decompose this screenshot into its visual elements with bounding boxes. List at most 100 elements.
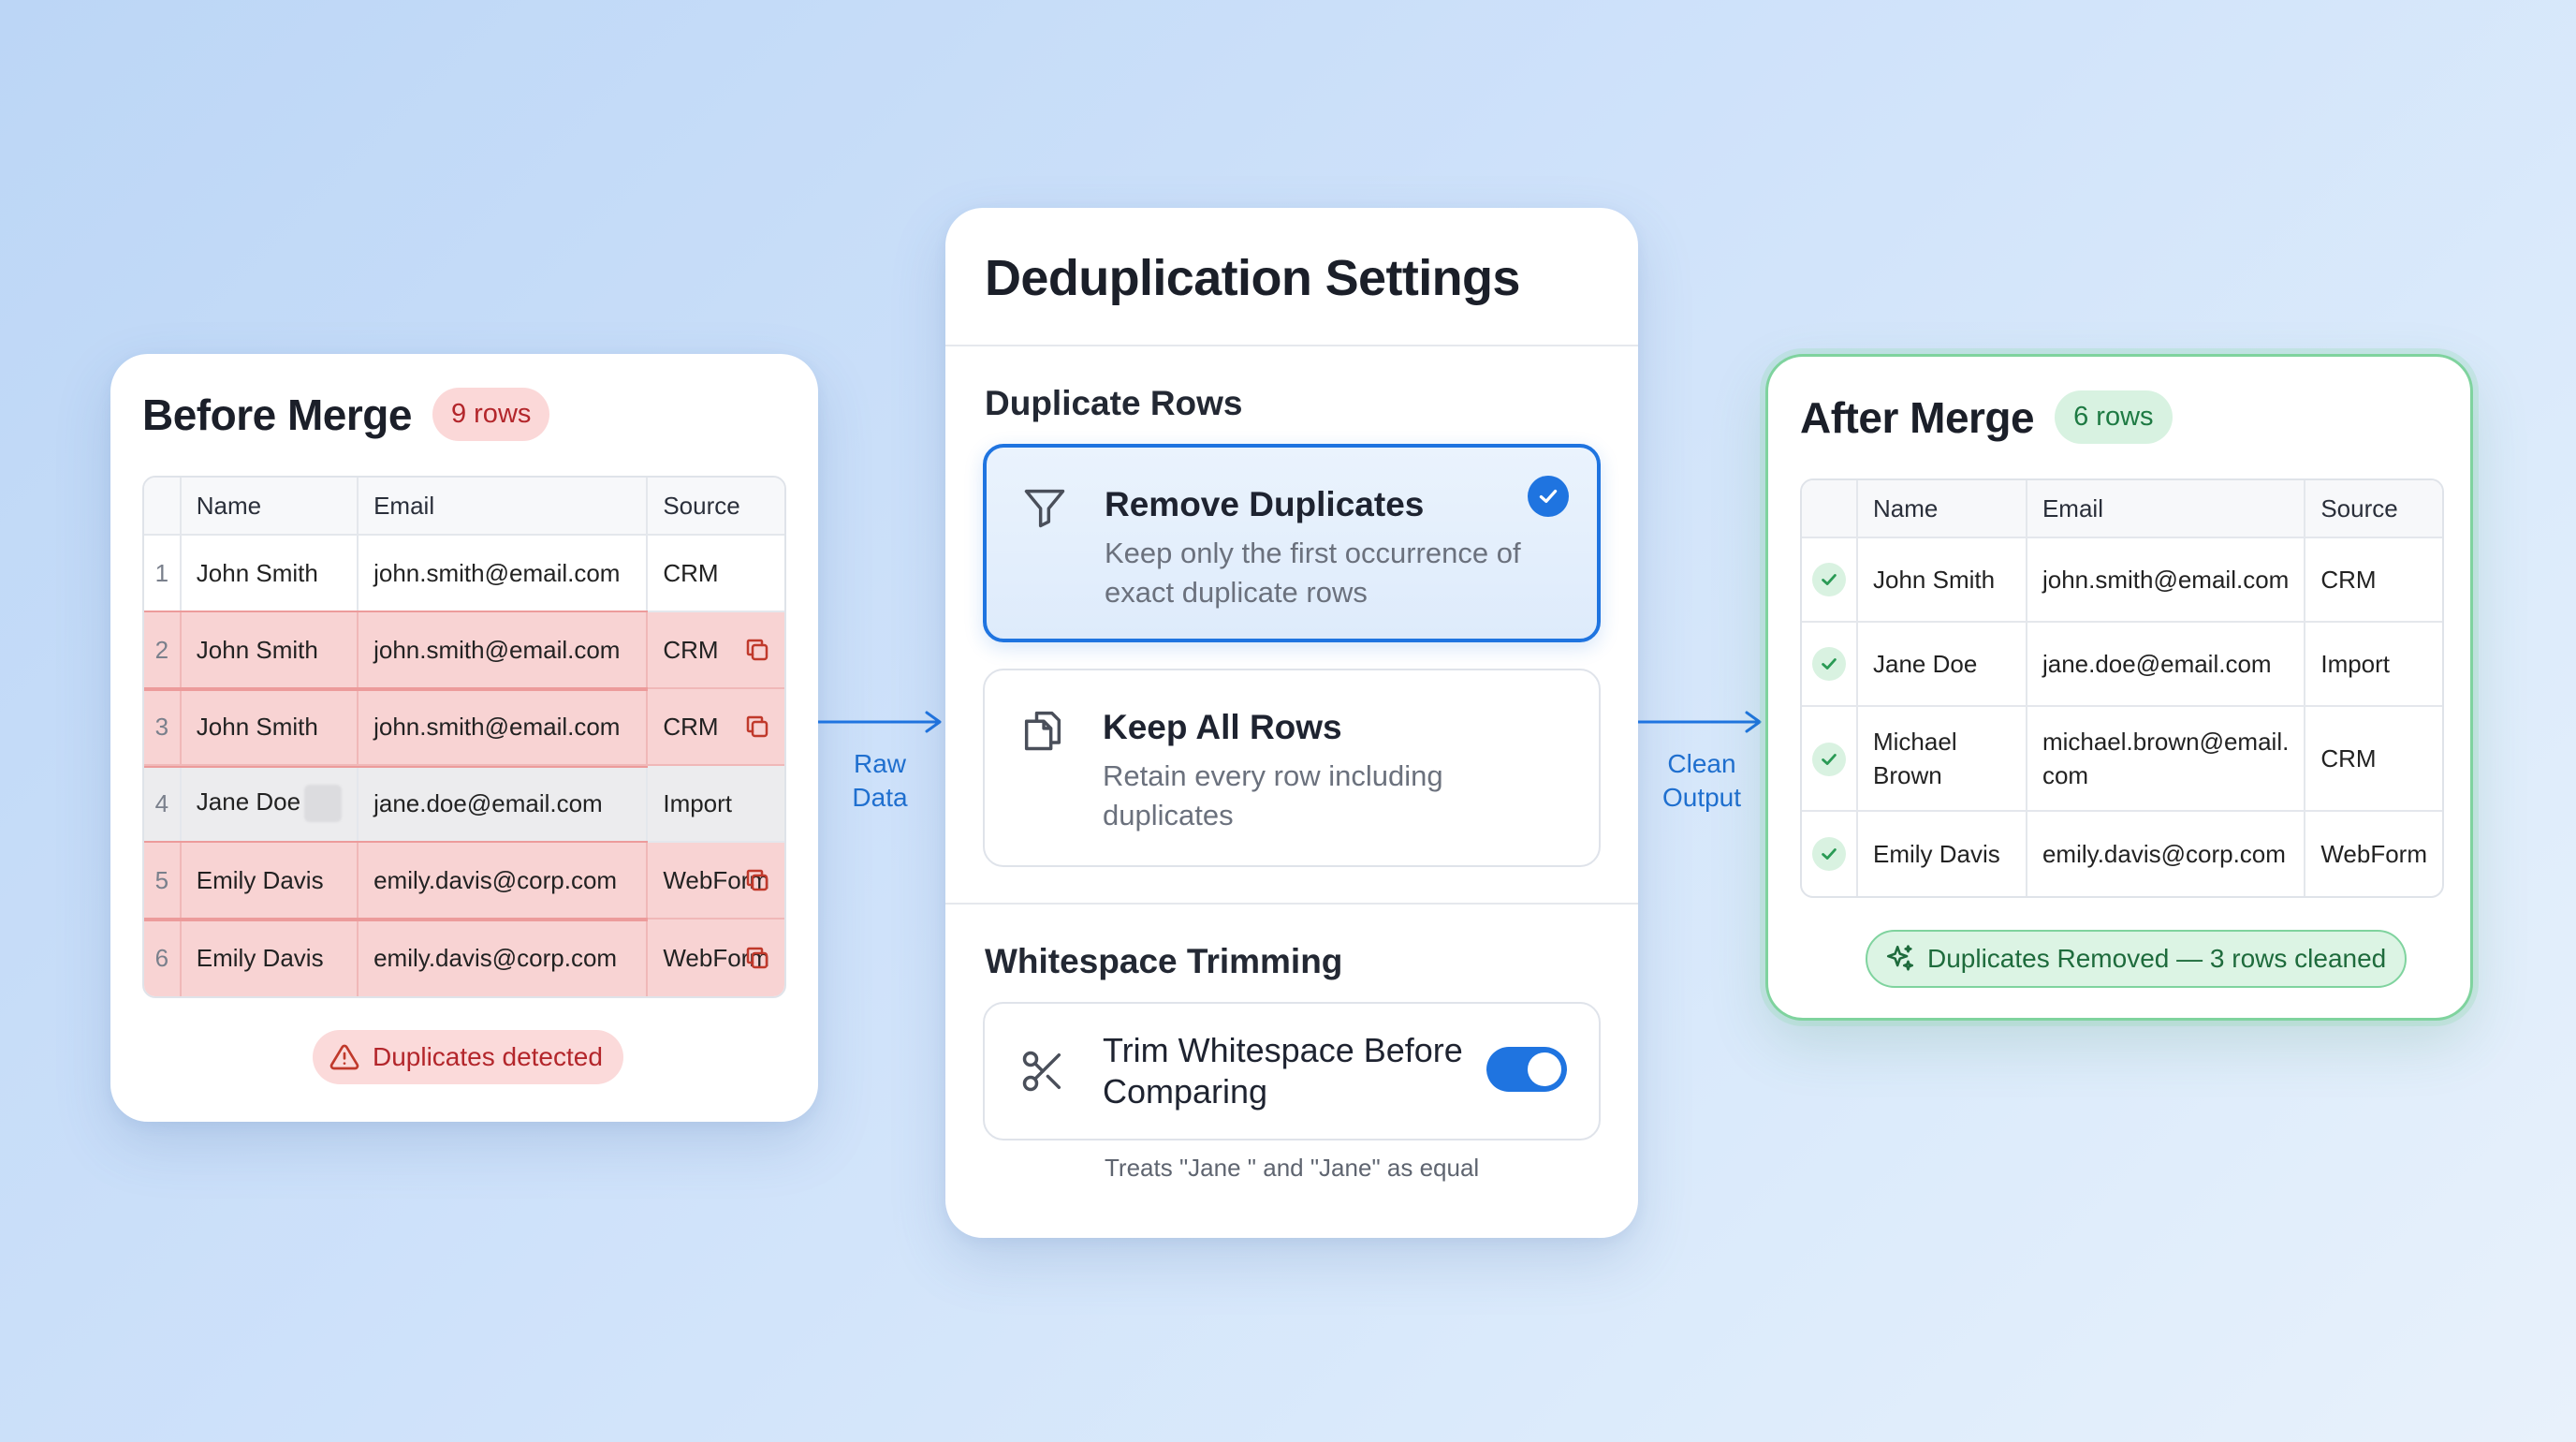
deduplication-settings-card: Deduplication Settings Duplicate Rows Re…	[945, 208, 1638, 1238]
section-divider	[945, 903, 1638, 905]
cell-source[interactable]: WebForm	[2305, 812, 2442, 896]
warning-triangle-icon	[329, 1044, 359, 1070]
column-header-email[interactable]: Email	[2027, 480, 2306, 538]
clean-output-arrow	[1638, 711, 1762, 733]
settings-title: Deduplication Settings	[985, 250, 1520, 306]
table-row[interactable]: Jane Doe jane.doe@email.com Import	[1802, 623, 2442, 707]
keep-all-rows-option[interactable]: Keep All Rows Retain every row including…	[983, 669, 1601, 867]
after-title: After Merge	[1800, 392, 2035, 442]
duplicates-warning-badge: Duplicates detected	[313, 1030, 623, 1084]
cell-source[interactable]: WebForm	[648, 843, 784, 920]
cell-email[interactable]: michael.brown@email.com	[2027, 707, 2306, 812]
table-row[interactable]: 1 John Smith john.smith@email.com CRM	[144, 536, 784, 612]
clean-label-line-1: Clean	[1667, 749, 1736, 778]
cell-name[interactable]: John Smith	[1858, 538, 2027, 623]
after-header: After Merge 6 rows	[1800, 390, 2173, 444]
copy-icon	[746, 947, 768, 969]
cell-name[interactable]: John Smith	[181, 612, 359, 689]
cell-source-text: CRM	[663, 635, 719, 664]
row-status	[1802, 707, 1858, 812]
before-table: Name Email Source 1 John Smith john.smit…	[142, 476, 786, 998]
table-row-duplicate[interactable]: 6 Emily Davis emily.davis@corp.com WebFo…	[144, 918, 784, 996]
before-header: Before Merge 9 rows	[142, 388, 550, 441]
copy-icon	[746, 715, 768, 738]
cell-email[interactable]: john.smith@email.com	[359, 536, 649, 612]
table-row-duplicate[interactable]: 5 Emily Davis emily.davis@corp.com WebFo…	[144, 841, 784, 921]
after-table: Name Email Source John Smith john.smith@…	[1800, 478, 2444, 898]
cell-source[interactable]: CRM	[648, 536, 784, 612]
check-icon	[1812, 647, 1846, 681]
raw-data-arrow	[818, 711, 942, 733]
table-row-whitespace[interactable]: 4 Jane Doe jane.doe@email.com Import	[144, 766, 784, 843]
filter-icon	[1024, 489, 1065, 528]
cell-source-text: CRM	[663, 558, 719, 587]
cell-source-text: CRM	[663, 712, 719, 741]
copy-icon	[746, 869, 768, 891]
remove-duplicates-option[interactable]: Remove Duplicates Keep only the first oc…	[983, 444, 1601, 642]
copy-icon	[746, 639, 768, 661]
row-index: 2	[144, 612, 182, 689]
check-icon	[1812, 837, 1846, 871]
table-row[interactable]: Emily Davis emily.davis@corp.com WebForm	[1802, 812, 2442, 896]
cell-source[interactable]: WebForm	[648, 920, 784, 996]
duplicate-rows-section-title: Duplicate Rows	[985, 384, 1243, 422]
column-header-source[interactable]: Source	[648, 478, 784, 536]
cell-email[interactable]: john.smith@email.com	[2027, 538, 2306, 623]
table-row-duplicate[interactable]: 3 John Smith john.smith@email.com CRM	[144, 687, 784, 768]
cell-email[interactable]: john.smith@email.com	[359, 689, 649, 766]
keep-all-rows-description: Retain every row including duplicates	[1103, 759, 1443, 831]
cell-name[interactable]: Emily Davis	[1858, 812, 2027, 896]
cell-source[interactable]: Import	[2305, 623, 2442, 707]
row-index: 3	[144, 689, 182, 766]
sparkle-icon	[1886, 945, 1914, 971]
cell-email[interactable]: jane.doe@email.com	[359, 766, 649, 843]
column-header-name[interactable]: Name	[181, 478, 359, 536]
trim-whitespace-option[interactable]: Trim Whitespace Before Comparing	[983, 1002, 1601, 1140]
before-title: Before Merge	[142, 390, 412, 439]
toggle-knob	[1528, 1052, 1561, 1086]
table-row[interactable]: John Smith john.smith@email.com CRM	[1802, 538, 2442, 623]
cell-email[interactable]: john.smith@email.com	[359, 612, 649, 689]
success-text: Duplicates Removed — 3 rows cleaned	[1927, 944, 2387, 973]
cell-name-text: Jane Doe	[196, 787, 301, 816]
cell-source[interactable]: CRM	[2305, 538, 2442, 623]
after-merge-card: After Merge 6 rows Name Email Source Joh…	[1765, 354, 2473, 1021]
before-row-count-badge: 9 rows	[432, 388, 550, 441]
scissors-icon	[1022, 1051, 1061, 1092]
row-index: 1	[144, 536, 182, 612]
cell-source[interactable]: CRM	[648, 612, 784, 689]
cell-source[interactable]: Import	[648, 766, 784, 843]
column-header-name[interactable]: Name	[1858, 480, 2027, 538]
cell-name[interactable]: John Smith	[181, 536, 359, 612]
cell-name[interactable]: Jane Doe	[1858, 623, 2027, 707]
column-header-source[interactable]: Source	[2305, 480, 2442, 538]
cell-source-text: Import	[663, 788, 733, 817]
raw-label-line-2: Data	[852, 783, 908, 812]
cell-source[interactable]: CRM	[2305, 707, 2442, 812]
table-header-row: Name Email Source	[144, 478, 784, 536]
trim-whitespace-toggle[interactable]	[1486, 1047, 1567, 1092]
cell-source[interactable]: CRM	[648, 689, 784, 766]
row-index: 5	[144, 843, 182, 920]
column-header-email[interactable]: Email	[359, 478, 649, 536]
row-status	[1802, 623, 1858, 707]
table-row-duplicate[interactable]: 2 John Smith john.smith@email.com CRM	[144, 611, 784, 691]
whitespace-section-title: Whitespace Trimming	[985, 942, 1343, 980]
before-merge-card: Before Merge 9 rows Name Email Source 1 …	[110, 354, 818, 1122]
cell-name[interactable]: Michael Brown	[1858, 707, 2027, 812]
remove-duplicates-title: Remove Duplicates	[1105, 485, 1425, 523]
cell-name[interactable]: Jane Doe	[181, 766, 359, 843]
cell-name[interactable]: Emily Davis	[181, 843, 359, 920]
table-row[interactable]: Michael Brown michael.brown@email.com CR…	[1802, 707, 2442, 812]
cell-email[interactable]: emily.davis@corp.com	[359, 843, 649, 920]
row-index: 4	[144, 766, 182, 843]
after-row-count-badge: 6 rows	[2055, 390, 2173, 444]
cell-name[interactable]: Emily Davis	[181, 920, 359, 996]
cell-email[interactable]: emily.davis@corp.com	[359, 920, 649, 996]
cell-email[interactable]: emily.davis@corp.com	[2027, 812, 2306, 896]
cell-email[interactable]: jane.doe@email.com	[2027, 623, 2306, 707]
cell-name[interactable]: John Smith	[181, 689, 359, 766]
index-column-header	[144, 478, 182, 536]
table-header-row: Name Email Source	[1802, 480, 2442, 538]
raw-label-line-1: Raw	[853, 749, 906, 778]
